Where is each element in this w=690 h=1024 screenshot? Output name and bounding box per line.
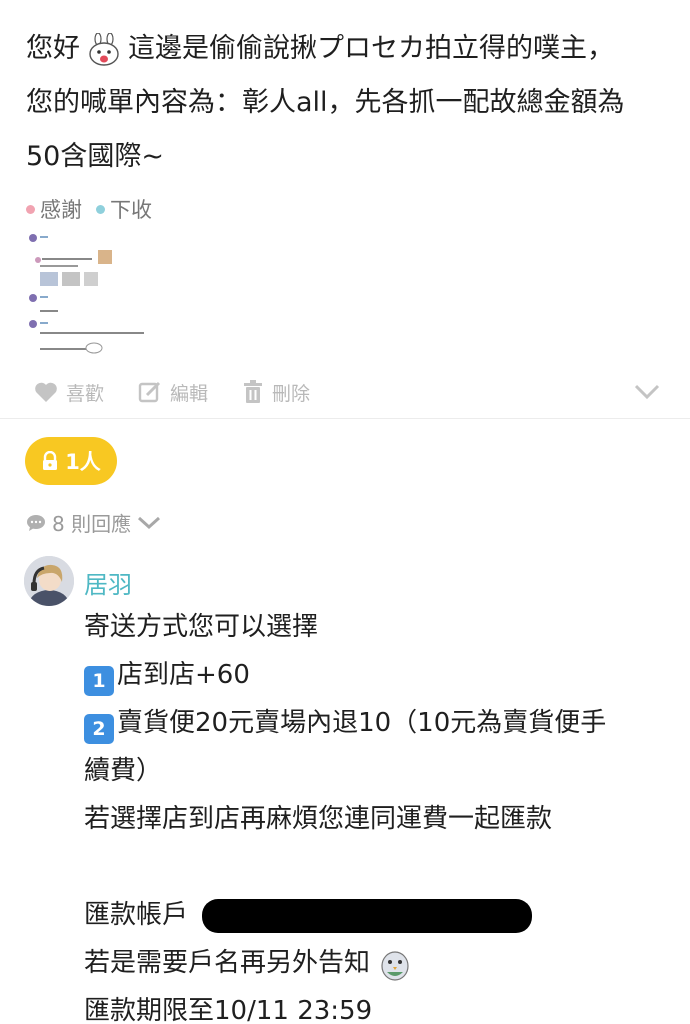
comment-line: 匯款帳戶 [84, 891, 674, 939]
post-greeting: 您好 [26, 33, 80, 64]
comment-line: 1 店到店+60 [84, 651, 674, 699]
option-maihuobian: 賣貨便20元賣場內退10（10元為賣貨便手 [117, 708, 607, 738]
reply-count-label: 8 則回應 [52, 512, 132, 536]
delete-button[interactable]: 刪除 [242, 379, 310, 406]
chevron-down-icon[interactable] [634, 384, 660, 400]
account-label: 匯款帳戶 [84, 900, 189, 930]
comment-line: 若是需要戶名再另外告知 [84, 939, 674, 987]
tag-dot-pink [26, 204, 35, 214]
edit-label: 編輯 [170, 382, 209, 405]
tag-label: 感謝 [40, 198, 82, 222]
post-line-3: 50含國際~ [26, 141, 164, 172]
rabbit-emoji-icon [89, 32, 119, 66]
like-button[interactable]: 喜歡 [34, 379, 104, 406]
comment-line: 2 賣貨便20元賣場內退10（10元為賣貨便手 [84, 699, 674, 747]
trash-icon [244, 380, 263, 403]
keycap-one-icon: 1 [84, 666, 114, 696]
bird-emoji-icon [381, 950, 409, 981]
tag-thanks[interactable]: 感謝 [26, 194, 82, 224]
heart-icon [35, 382, 57, 402]
post-tags: 感謝 下收 [26, 194, 152, 224]
keycap-two-icon: 2 [84, 714, 114, 744]
speech-bubble-icon [27, 514, 45, 531]
private-audience-badge[interactable]: 1人 [25, 437, 117, 485]
tag-dot-blue [96, 204, 105, 214]
comment-blank-line [84, 843, 674, 891]
comment-line: 若選擇店到店再麻煩您連同運費一起匯款 [84, 804, 553, 834]
tag-label: 下收 [110, 198, 152, 222]
post-intro: 這邊是偷偷說揪プロセカ拍立得的噗主， [128, 33, 614, 64]
edit-icon [138, 381, 161, 403]
post-actions: 喜歡 編輯 刪除 [34, 372, 660, 412]
commenter-name[interactable]: 居羽 [84, 565, 132, 600]
lock-icon [43, 451, 58, 470]
post-body: 您好 這邊是偷偷說揪プロセカ拍立得的噗主， 您的喊單內容為：彰人all，先各抓一… [26, 22, 666, 184]
edit-button[interactable]: 編輯 [138, 379, 208, 406]
like-label: 喜歡 [66, 382, 105, 405]
tag-receive[interactable]: 下收 [96, 194, 152, 224]
comment-line: 續費） [84, 756, 163, 786]
chevron-down-icon [138, 516, 161, 529]
badge-count: 1人 [65, 450, 101, 474]
delete-label: 刪除 [272, 382, 311, 405]
attached-image-thumbnail[interactable] [28, 232, 148, 362]
option-store-to-store: 店到店+60 [117, 660, 250, 690]
reply-count-toggle[interactable]: 8 則回應 [26, 508, 161, 537]
post-line-1: 您好 這邊是偷偷說揪プロセカ拍立得的噗主， [26, 22, 666, 76]
account-name-note: 若是需要戶名再另外告知 [84, 948, 371, 978]
post-line-2: 您的喊單內容為：彰人all，先各抓一配故總金額為 [26, 87, 625, 118]
divider [0, 418, 690, 419]
avatar[interactable] [24, 556, 74, 606]
redacted-account-number [202, 898, 533, 933]
comment-line: 寄送方式您可以選擇 [84, 612, 319, 642]
comment-body: 寄送方式您可以選擇 1 店到店+60 2 賣貨便20元賣場內退10（10元為賣貨便手… [84, 603, 674, 1024]
comment-line: 匯款期限至10/11 23:59 [84, 996, 373, 1024]
